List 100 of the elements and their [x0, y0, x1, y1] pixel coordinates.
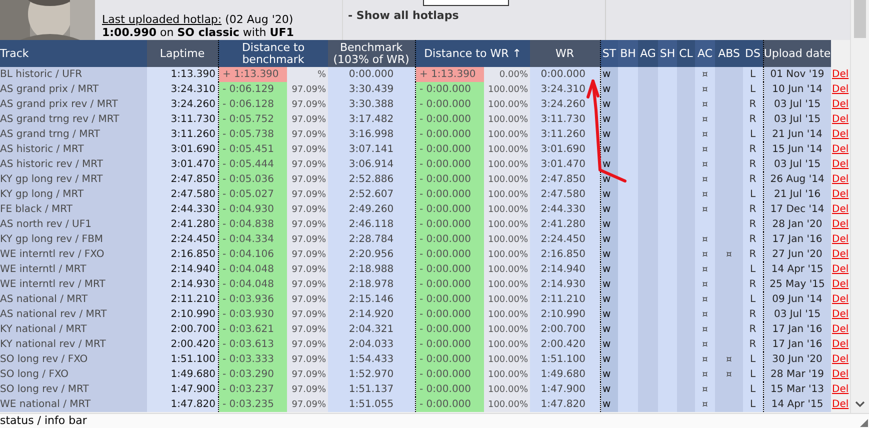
table-cell: AS grand trng / MRT	[0, 127, 147, 142]
table-cell: 100.00%	[484, 127, 530, 142]
table-cell: R	[743, 172, 764, 187]
table-cell: 2:00.700	[147, 322, 218, 337]
column-header[interactable]: AC	[695, 40, 716, 67]
table-cell: - 0:04.048	[218, 262, 287, 277]
table-cell: 03 Jul '15	[763, 307, 832, 322]
table-cell: 100.00%	[484, 97, 530, 112]
table-cell: KY national / MRT	[0, 322, 147, 337]
table-cell: - 0:03.290	[218, 367, 287, 382]
table-cell: 2:16.850	[530, 247, 600, 262]
resize-grip-icon[interactable]	[860, 419, 868, 427]
table-cell: 97.09%	[287, 367, 328, 382]
table-cell: 97.09%	[287, 142, 328, 157]
table-cell: w	[600, 337, 618, 352]
table-cell: 3:24.260	[147, 97, 218, 112]
table-cell: 3:30.388	[328, 97, 416, 112]
table-cell: R	[743, 277, 764, 292]
scrollbar[interactable]	[850, 0, 869, 413]
table-cell: - 0:00.000	[415, 382, 484, 397]
column-header[interactable]: ABS	[715, 40, 744, 67]
column-header[interactable]: Upload date	[763, 40, 832, 67]
table-cell: - 0:00.000	[415, 172, 484, 187]
table-cell: 3:17.482	[328, 112, 416, 127]
show-all-link[interactable]: - Show all hotlaps	[348, 9, 459, 22]
table-cell: 14 Apr '15	[763, 262, 832, 277]
table-cell: w	[600, 232, 618, 247]
table-cell: R	[743, 322, 764, 337]
column-header[interactable]: Distance to benchmark	[218, 40, 328, 67]
table-cell: - 0:00.000	[415, 202, 484, 217]
chevron-down-icon[interactable]	[855, 401, 866, 408]
table-cell: ¤	[695, 322, 716, 337]
table-cell: SO long rev / FXO	[0, 352, 147, 367]
table-cell: 100.00%	[484, 307, 530, 322]
table-cell: 2:41.280	[147, 217, 218, 232]
table-cell: AS national rev / MRT	[0, 307, 147, 322]
table-cell: 2:44.330	[147, 202, 218, 217]
column-header[interactable]: Distance to WR ↑	[415, 40, 530, 67]
table-cell: - 0:04.048	[218, 277, 287, 292]
table-cell: ¤	[695, 307, 716, 322]
table-cell: ¤	[695, 67, 716, 82]
column-header[interactable]: CL	[677, 40, 696, 67]
table-cell: 3:01.470	[530, 157, 600, 172]
column-header[interactable]: Benchmark (103% of WR)	[328, 40, 416, 67]
table-cell: KY gp long rev / FBM	[0, 232, 147, 247]
table-cell: 3:11.260	[147, 127, 218, 142]
table-cell: - 0:04.838	[218, 217, 287, 232]
column-header[interactable]: Track	[0, 40, 147, 67]
table-cell: 17 Jan '16	[763, 337, 832, 352]
table-cell: w	[600, 322, 618, 337]
table-cell: 2:49.260	[328, 202, 416, 217]
table-cell: 2:00.420	[147, 337, 218, 352]
table-cell: - 0:00.000	[415, 262, 484, 277]
table-cell: 1:49.680	[147, 367, 218, 382]
column-header[interactable]: SH	[658, 40, 678, 67]
table-cell: %	[287, 67, 328, 82]
column-header[interactable]: DS	[743, 40, 764, 67]
table-cell: R	[743, 142, 764, 157]
table-cell: - 0:00.000	[415, 247, 484, 262]
table-cell: - 0:00.000	[415, 277, 484, 292]
column-header[interactable]: AG	[638, 40, 658, 67]
table-cell: ¤	[715, 247, 744, 262]
table-cell: 2:44.330	[530, 202, 600, 217]
column-header[interactable]: WR	[530, 40, 600, 67]
table-cell: 3:16.998	[328, 127, 416, 142]
table-cell: 1:54.433	[328, 352, 416, 367]
table-cell: - 0:03.237	[218, 382, 287, 397]
column-header[interactable]: Laptime	[147, 40, 218, 67]
table-cell: w	[600, 277, 618, 292]
table-cell: 2:14.930	[147, 277, 218, 292]
table-cell: 3:11.260	[530, 127, 600, 142]
table-cell: w	[600, 112, 618, 127]
table-cell: 97.09%	[287, 112, 328, 127]
table-cell: 1:51.055	[328, 397, 416, 412]
column-header[interactable]: ST	[600, 40, 618, 67]
table-cell: 2:24.450	[147, 232, 218, 247]
table-cell: w	[600, 292, 618, 307]
table-cell: - 0:03.621	[218, 322, 287, 337]
table-cell: - 0:04.334	[218, 232, 287, 247]
table-cell: 100.00%	[484, 112, 530, 127]
table-cell: R	[743, 112, 764, 127]
table-cell: KY gp long / MRT	[0, 187, 147, 202]
table-cell: - 0:04.930	[218, 202, 287, 217]
table-cell: - 0:00.000	[415, 112, 484, 127]
scroll-thumb[interactable]	[854, 0, 866, 38]
table-cell: - 0:00.000	[415, 82, 484, 97]
column-header[interactable]: BH	[618, 40, 638, 67]
table-cell: ¤	[695, 97, 716, 112]
table-cell: - 0:00.000	[415, 367, 484, 382]
table-cell: - 0:00.000	[415, 187, 484, 202]
table-cell: SO long rev / MRT	[0, 382, 147, 397]
delete-link[interactable]: Del	[832, 398, 849, 410]
hotlap-link[interactable]: Last uploaded hotlap:	[102, 13, 222, 26]
table-cell: - 0:00.000	[415, 127, 484, 142]
table-cell: AS national / MRT	[0, 292, 147, 307]
table-cell: ¤	[695, 232, 716, 247]
table-cell: 2:47.580	[530, 187, 600, 202]
table-cell: AS grand prix rev / MRT	[0, 97, 147, 112]
table-cell: - 0:05.752	[218, 112, 287, 127]
table-cell: 1:13.390	[147, 67, 218, 82]
